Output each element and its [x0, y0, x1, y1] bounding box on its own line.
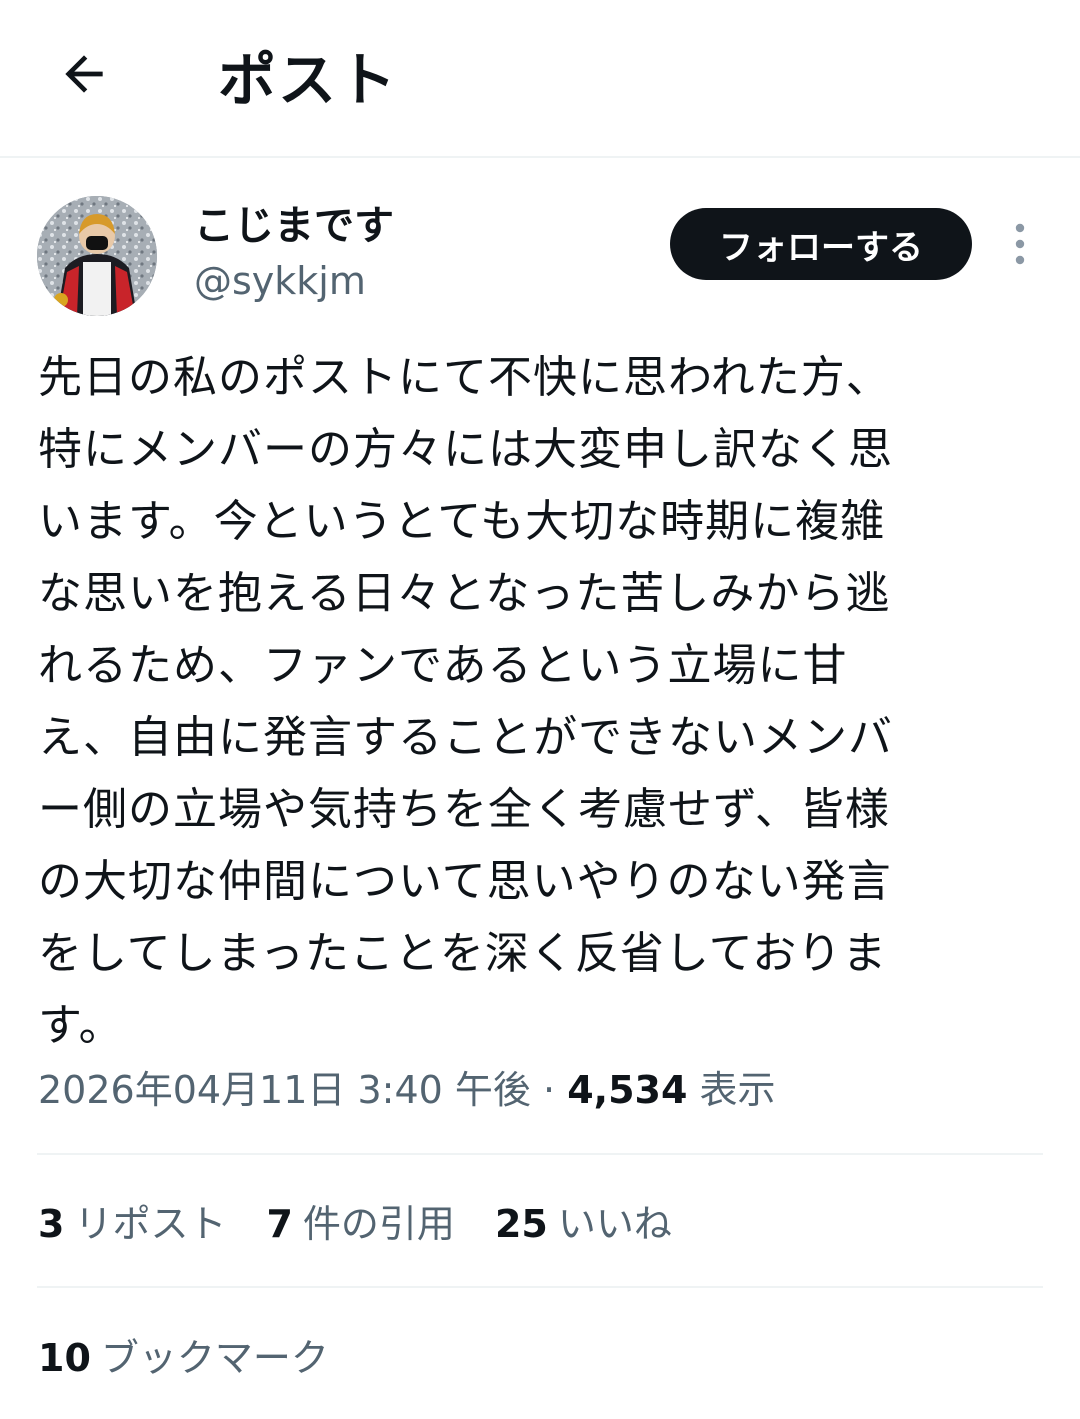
more-options-button[interactable] [1000, 220, 1040, 268]
arrow-left-icon [65, 55, 103, 93]
back-button[interactable] [52, 42, 116, 106]
likes-label: いいね [557, 1202, 672, 1246]
reposts-label: リポスト [74, 1202, 227, 1246]
post-text-line: れるため、ファンであるという立場に甘 [38, 640, 848, 691]
reposts-stat[interactable]: 3 リポスト [38, 1196, 226, 1252]
page-title: ポスト [218, 46, 399, 114]
post-body: 先日の私のポストにて不快に思われた方、 特にメンバーの方々には大変申し訳なく思 … [38, 342, 1038, 1062]
quotes-label: 件の引用 [302, 1202, 455, 1246]
post-text-line: の大切な仲間について思いやりのない発言 [38, 856, 892, 907]
more-vertical-icon [1015, 223, 1025, 265]
post-text-line: ー側の立場や気持ちを全く考慮せず、皆様 [38, 784, 890, 835]
post-text-line: え、自由に発言することができないメンバ [38, 712, 893, 763]
post-meta: 2026年04月11日 3:40 午後 · 4,534 表示 [38, 1062, 776, 1118]
user-avatar-photo [37, 196, 157, 316]
top-bar: ポスト [0, 0, 1080, 158]
post-text-line: 特にメンバーの方々には大変申し訳なく思 [38, 424, 893, 475]
author-handle[interactable]: @sykkjm [194, 256, 366, 306]
views-count: 4,534 [567, 1068, 688, 1112]
post-timestamp[interactable]: 2026年04月11日 3:40 午後 [38, 1068, 531, 1112]
views-label: 表示 [699, 1068, 776, 1112]
post-text-line: な思いを抱える日々となった苦しみから逃 [38, 568, 891, 619]
avatar[interactable] [37, 196, 157, 316]
likes-stat[interactable]: 25 いいね [495, 1196, 672, 1252]
post-text-line: す。 [38, 1000, 124, 1051]
meta-separator: · [543, 1068, 556, 1112]
bookmarks-count: 10 [38, 1336, 91, 1380]
post-text-line: 先日の私のポストにて不快に思われた方、 [38, 352, 891, 403]
engagement-stats: 3 リポスト 7 件の引用 25 いいね [38, 1196, 712, 1252]
quotes-stat[interactable]: 7 件の引用 [266, 1196, 454, 1252]
likes-count: 25 [494, 1202, 548, 1246]
bookmarks-label: ブックマーク [100, 1336, 329, 1380]
post-text-line: います。今というとても大切な時期に複雑 [38, 496, 886, 547]
bookmarks-stat[interactable]: 10 ブックマーク [38, 1330, 329, 1386]
reposts-count: 3 [38, 1202, 65, 1246]
quotes-count: 7 [266, 1202, 293, 1246]
divider [37, 1153, 1043, 1155]
divider [37, 1286, 1043, 1288]
author-display-name[interactable]: こじまです [194, 200, 394, 252]
post-text-line: をしてしまったことを深く反省しておりま [38, 928, 888, 979]
follow-button[interactable]: フォローする [670, 208, 972, 280]
